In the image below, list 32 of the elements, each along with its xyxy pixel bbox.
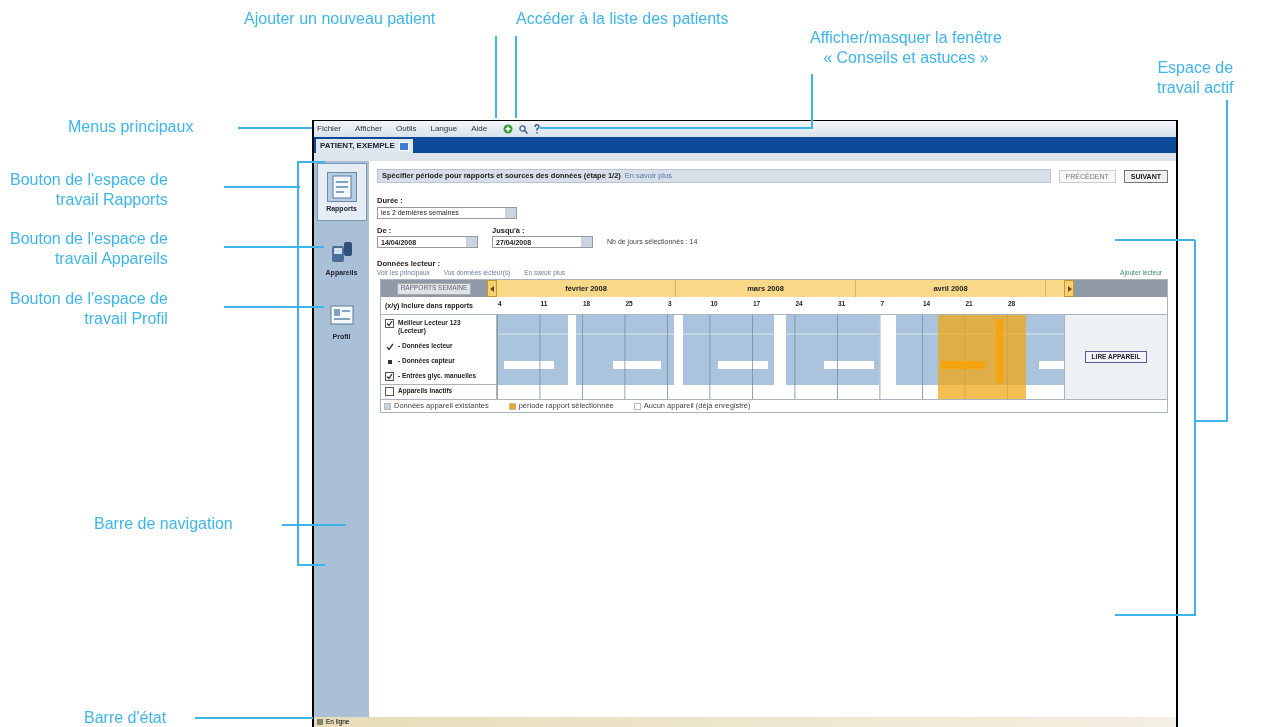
menu-item[interactable]: Outils — [396, 125, 417, 133]
add-patient-icon[interactable] — [503, 124, 514, 134]
next-arrow-button[interactable] — [1064, 280, 1074, 297]
tick-icon — [385, 342, 394, 351]
patient-tab[interactable]: PATIENT, EXEMPLE — [316, 139, 413, 153]
callout-label: Accéder à la liste des patients — [516, 9, 729, 29]
caret-right-icon — [1066, 285, 1072, 292]
callout-label: Ajouter un nouveau patient — [244, 9, 436, 29]
callout-label: Bouton de l'espace de travail Rapports — [10, 170, 168, 210]
patient-name: PATIENT, EXEMPLE — [320, 142, 395, 150]
callout-label: Barre d'état — [84, 708, 167, 727]
callout-label: Bouton de l'espace de travail Profil — [10, 289, 168, 329]
search-icon[interactable] — [519, 124, 529, 134]
help-icon[interactable] — [534, 124, 541, 134]
menu-item[interactable]: Afficher — [355, 125, 382, 133]
month-header-filler — [1046, 280, 1064, 297]
callout-label: Barre de navigation — [94, 514, 233, 534]
callout-label: Espace de travail actif — [1157, 58, 1234, 98]
checkbox[interactable] — [385, 387, 394, 396]
close-tab-icon[interactable] — [398, 141, 409, 151]
checkbox[interactable] — [385, 319, 394, 328]
callout-label: Menus principaux — [68, 117, 194, 137]
checkbox[interactable] — [385, 372, 394, 381]
caret-left-icon — [489, 285, 495, 292]
callout-label: Bouton de l'espace de travail Appareils — [10, 229, 168, 269]
profile-card-icon — [328, 302, 355, 328]
callout-label: Afficher/masquer la fenêtre « Conseils et astuces » — [810, 28, 1002, 68]
menu-item[interactable]: Langue — [430, 125, 458, 133]
status-icon — [317, 719, 323, 725]
menu-item[interactable]: Fichier — [317, 125, 341, 133]
previous-arrow-button[interactable] — [487, 280, 497, 297]
menu-item[interactable]: Aide — [471, 125, 488, 133]
